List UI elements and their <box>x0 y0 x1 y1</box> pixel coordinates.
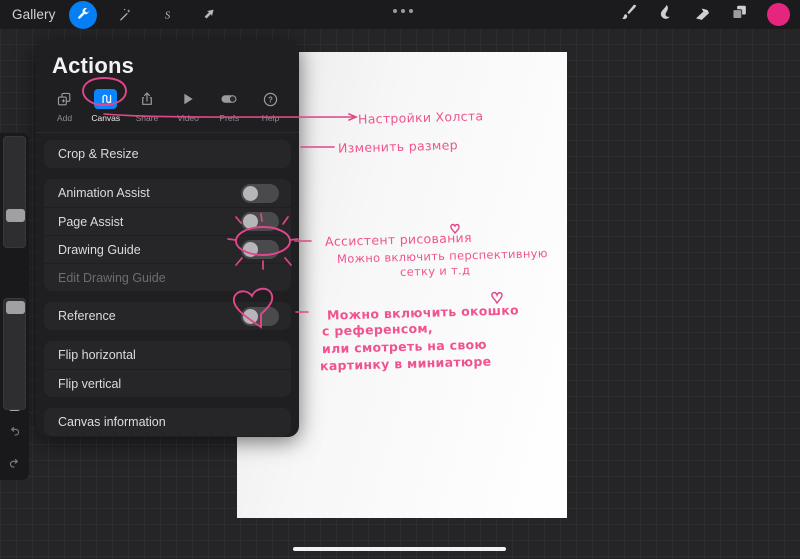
tab-help-label: Help <box>261 113 280 123</box>
paintbrush-icon[interactable] <box>619 3 638 27</box>
brush-opacity-slider[interactable] <box>3 298 26 410</box>
more-options-icon[interactable] <box>393 9 413 13</box>
animation-assist-toggle[interactable] <box>241 183 279 203</box>
smudge-icon[interactable] <box>656 3 675 27</box>
menu-item-label: Flip horizontal <box>58 348 136 362</box>
actions-panel: Actions Add Canvas Share Video Prefs ? H… <box>36 41 299 437</box>
tab-video-label: Video <box>177 113 199 123</box>
adjustments-magic-wand-icon[interactable] <box>111 1 139 29</box>
brush-opacity-slider-handle[interactable] <box>6 301 25 314</box>
svg-text:S: S <box>165 10 171 21</box>
svg-text:?: ? <box>268 95 273 104</box>
menu-item-flip-vertical[interactable]: Flip vertical <box>44 369 291 397</box>
menu-group-flip: Flip horizontal Flip vertical <box>44 341 291 397</box>
share-icon <box>135 89 158 109</box>
menu-item-label: Animation Assist <box>58 186 150 200</box>
tab-share-label: Share <box>135 113 159 123</box>
layers-icon[interactable] <box>730 3 749 27</box>
menu-item-label: Canvas information <box>58 415 166 429</box>
help-icon: ? <box>259 89 282 109</box>
transform-arrow-icon[interactable] <box>195 1 223 29</box>
procreate-app-window: Gallery S Actions Add Canvas Share Video… <box>0 0 800 559</box>
left-sidebar <box>0 133 29 480</box>
menu-item-label: Page Assist <box>58 214 124 229</box>
menu-item-label: Edit Drawing Guide <box>58 270 166 285</box>
undo-icon[interactable] <box>0 419 29 445</box>
menu-item-flip-horizontal[interactable]: Flip horizontal <box>44 341 291 369</box>
gallery-button[interactable]: Gallery <box>12 7 55 22</box>
menu-item-reference[interactable]: Reference <box>44 302 291 330</box>
tab-share[interactable]: Share <box>126 89 167 123</box>
menu-group-info: Canvas information <box>44 408 291 436</box>
tab-canvas[interactable]: Canvas <box>85 89 126 123</box>
brush-size-slider-handle[interactable] <box>6 209 25 222</box>
tab-canvas-label: Canvas <box>91 113 121 123</box>
actions-tab-bar: Add Canvas Share Video Prefs ? Help <box>36 89 299 123</box>
page-title: Actions <box>52 53 135 78</box>
menu-group-crop: Crop & Resize <box>44 140 291 168</box>
video-icon <box>177 89 200 109</box>
note-ref-2: с референсом, <box>321 320 434 339</box>
add-icon <box>53 89 76 109</box>
tab-add[interactable]: Add <box>44 89 85 123</box>
menu-item-page-assist[interactable]: Page Assist <box>44 207 291 235</box>
menu-item-crop-resize[interactable]: Crop & Resize <box>44 140 291 168</box>
brush-size-slider[interactable] <box>3 136 26 248</box>
menu-group-reference: Reference <box>44 302 291 330</box>
tab-add-label: Add <box>57 113 73 123</box>
redo-icon[interactable] <box>0 451 29 477</box>
tab-video[interactable]: Video <box>168 89 209 123</box>
menu-item-label: Flip vertical <box>58 376 122 391</box>
prefs-icon <box>218 89 241 109</box>
home-indicator[interactable] <box>293 547 506 551</box>
menu-group-assists: Animation Assist Page Assist Drawing Gui… <box>44 179 291 291</box>
eraser-icon[interactable] <box>693 3 712 27</box>
selection-s-icon[interactable]: S <box>153 1 181 29</box>
menu-item-edit-drawing-guide: Edit Drawing Guide <box>44 263 291 291</box>
canvas-icon <box>94 89 118 109</box>
tab-help[interactable]: ? Help <box>250 89 291 123</box>
top-toolbar: Gallery S <box>0 0 800 29</box>
reference-toggle[interactable] <box>241 306 279 326</box>
tab-prefs[interactable]: Prefs <box>209 89 250 123</box>
color-swatch[interactable] <box>767 3 790 26</box>
menu-item-animation-assist[interactable]: Animation Assist <box>44 179 291 207</box>
menu-item-canvas-information[interactable]: Canvas information <box>44 408 291 436</box>
menu-item-label: Crop & Resize <box>58 147 139 161</box>
note-guide-3: сетку и т.д <box>399 263 471 279</box>
menu-item-drawing-guide[interactable]: Drawing Guide <box>44 235 291 263</box>
page-assist-toggle[interactable] <box>241 212 279 231</box>
actions-wrench-icon[interactable] <box>69 0 98 29</box>
panel-divider <box>36 132 299 133</box>
drawing-guide-toggle[interactable] <box>241 240 279 259</box>
top-toolbar-right-group <box>619 0 790 29</box>
menu-item-label: Drawing Guide <box>58 242 141 257</box>
menu-item-label: Reference <box>58 309 116 323</box>
tab-prefs-label: Prefs <box>219 113 240 123</box>
